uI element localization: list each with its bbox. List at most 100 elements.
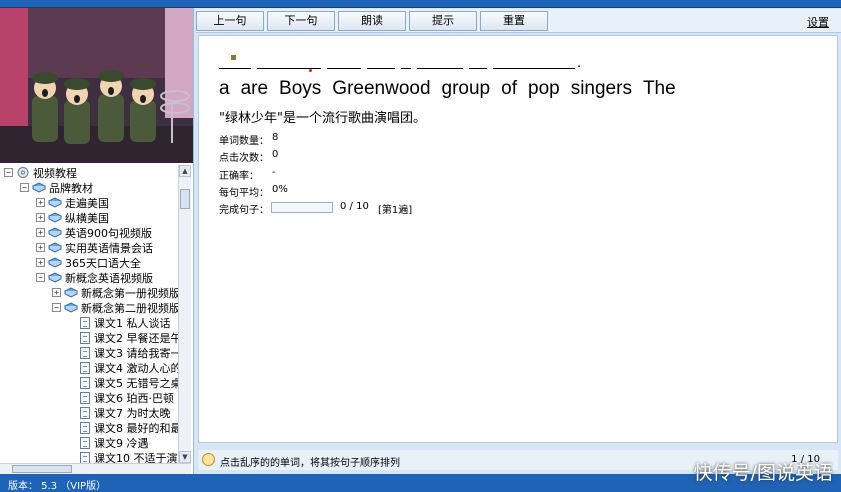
tree-item[interactable]: − 新概念英语视频版	[36, 270, 153, 285]
disc-icon	[17, 167, 29, 178]
tree-item-label: 品牌教材	[49, 181, 93, 195]
book-icon	[64, 302, 78, 313]
stat-label: 单词数量：	[219, 136, 269, 147]
answer-blank[interactable]	[469, 68, 487, 69]
book-icon	[48, 257, 62, 268]
tree-item[interactable]: 课文5 无错号之桌	[80, 375, 178, 390]
collapse-icon[interactable]: −	[4, 168, 13, 177]
collapse-icon[interactable]: −	[20, 183, 29, 192]
tree-item-label: 课文2 早餐还是午	[94, 331, 178, 345]
tree-item-label: 课文5 无错号之桌	[94, 376, 178, 390]
word-tile[interactable]: singers	[571, 78, 632, 99]
tree-item[interactable]: +365天口语大全	[36, 255, 141, 270]
tree-item[interactable]: + 英语900句视频版	[36, 225, 152, 240]
answer-blank[interactable]	[493, 68, 575, 69]
expand-icon[interactable]: +	[36, 198, 45, 207]
expand-icon[interactable]: +	[36, 213, 45, 222]
toolbar: 上一句 下一句 朗读 提示 重置 设置	[196, 9, 841, 33]
exercise-panel: . a are Boys Greenwood group of pop singers The …	[198, 35, 838, 443]
tree-item[interactable]: 课文2 早餐还是午	[80, 330, 178, 345]
scroll-up-arrow-icon[interactable]: ▲	[179, 165, 191, 177]
tree-item[interactable]: + 纵横美国	[36, 210, 109, 225]
tree-item[interactable]: 课文7 为时太晚	[80, 405, 171, 420]
collapse-icon[interactable]: −	[36, 273, 45, 282]
read-aloud-button[interactable]: 朗读	[338, 11, 406, 31]
word-tile[interactable]: Greenwood	[332, 78, 430, 99]
hint-text: 点击乱序的的单词，将其按句子顺序排列	[220, 458, 400, 469]
collapse-icon[interactable]: −	[52, 303, 61, 312]
tree-item[interactable]: + 实用英语情景会话	[36, 240, 153, 255]
document-icon	[80, 391, 90, 404]
answer-blank[interactable]	[417, 68, 463, 69]
document-icon	[80, 346, 90, 359]
book-icon	[48, 242, 62, 253]
tree-item-label: 课文6 珀西·巴顿	[94, 391, 174, 405]
stat-value: 8	[272, 132, 279, 143]
tree-item[interactable]: + 新概念第一册视频版	[52, 285, 178, 300]
tree-item-label: 新概念第二册视频版	[81, 301, 178, 315]
document-icon	[80, 331, 90, 344]
tree-item[interactable]: 课文8 最好的和最	[80, 420, 178, 435]
tree-item[interactable]: 课文1 私人谈话	[80, 315, 171, 330]
hscroll-thumb[interactable]	[12, 465, 72, 473]
title-bar	[0, 0, 841, 8]
version-text: 版本： 5.3 （VIP版）	[8, 481, 107, 492]
answer-blank[interactable]	[367, 68, 395, 69]
course-tree[interactable]: − 视频教程 − 品牌教材 + 走遍美国 + 纵横美国 + 英语900句视频版 + 实用英语情景会话 +…	[0, 165, 178, 463]
scroll-thumb[interactable]	[180, 189, 190, 209]
previous-sentence-button[interactable]: 上一句	[196, 11, 264, 31]
tree-item[interactable]: − 视频教程	[4, 165, 77, 180]
tree-item-label: 课文7 为时太晚	[94, 406, 171, 420]
stat-word-count: 单词数量： 8	[219, 132, 278, 147]
expand-icon[interactable]: +	[52, 288, 61, 297]
settings-link[interactable]: 设置	[807, 14, 829, 30]
left-panel: − 视频教程 − 品牌教材 + 走遍美国 + 纵横美国 + 英语900句视频版 + 实用英语情景会话 +…	[0, 8, 194, 474]
tree-item[interactable]: − 品牌教材	[20, 180, 93, 195]
stat-completed: 完成句子： 0 / 10 [第1遍]	[219, 201, 519, 216]
expand-icon[interactable]: +	[36, 228, 45, 237]
word-tile[interactable]: pop	[528, 78, 560, 99]
hint-bulb-icon	[202, 453, 215, 466]
tree-item[interactable]: 课文9 冷遇	[80, 435, 149, 450]
book-icon	[32, 182, 46, 193]
book-icon	[48, 212, 62, 223]
tree-item[interactable]: 课文4 激动人心的	[80, 360, 178, 375]
document-icon	[80, 376, 90, 389]
scrambled-words: a are Boys Greenwood group of pop singers The	[219, 78, 687, 100]
tree-item[interactable]: 课文6 珀西·巴顿	[80, 390, 174, 405]
tree-horizontal-scrollbar[interactable]	[0, 463, 191, 474]
answer-blank[interactable]	[327, 68, 361, 69]
document-icon	[80, 451, 90, 463]
cartoon-video-frame	[0, 8, 193, 163]
document-icon	[80, 316, 90, 329]
next-sentence-button[interactable]: 下一句	[267, 11, 335, 31]
document-icon	[80, 406, 90, 419]
word-tile[interactable]: Boys	[279, 78, 321, 99]
expand-icon[interactable]: +	[36, 258, 45, 267]
answer-blank[interactable]	[401, 68, 411, 69]
word-tile[interactable]: are	[241, 78, 268, 99]
tree-item[interactable]: + 走遍美国	[36, 195, 109, 210]
translation-text: "绿林少年"是一个流行歌曲演唱团。	[219, 111, 426, 126]
tree-item[interactable]: 课文10 不适于演	[80, 450, 178, 463]
tree-item[interactable]: − 新概念第二册视频版	[52, 300, 178, 315]
video-player[interactable]	[0, 8, 193, 163]
scroll-down-arrow-icon[interactable]: ▼	[179, 451, 191, 463]
stat-label: 完成句子：	[219, 205, 269, 216]
round-label: [第1遍]	[378, 205, 413, 216]
tree-vertical-scrollbar[interactable]: ▲ ▼	[178, 165, 191, 463]
word-tile[interactable]: group	[442, 78, 491, 99]
book-icon	[48, 197, 62, 208]
stat-value: -	[272, 167, 276, 178]
reset-button[interactable]: 重置	[480, 11, 548, 31]
tree-item[interactable]: 课文3 请给我寄一	[80, 345, 178, 360]
word-tile[interactable]: of	[501, 78, 517, 99]
hint-button[interactable]: 提示	[409, 11, 477, 31]
expand-icon[interactable]: +	[36, 243, 45, 252]
completion-progress-bar	[271, 202, 333, 213]
answer-blank[interactable]	[219, 68, 251, 69]
completed-count: 0 / 10	[340, 201, 369, 212]
word-tile[interactable]: The	[643, 78, 676, 99]
tree-item-label: 视频教程	[33, 166, 77, 180]
word-tile[interactable]: a	[219, 78, 230, 99]
